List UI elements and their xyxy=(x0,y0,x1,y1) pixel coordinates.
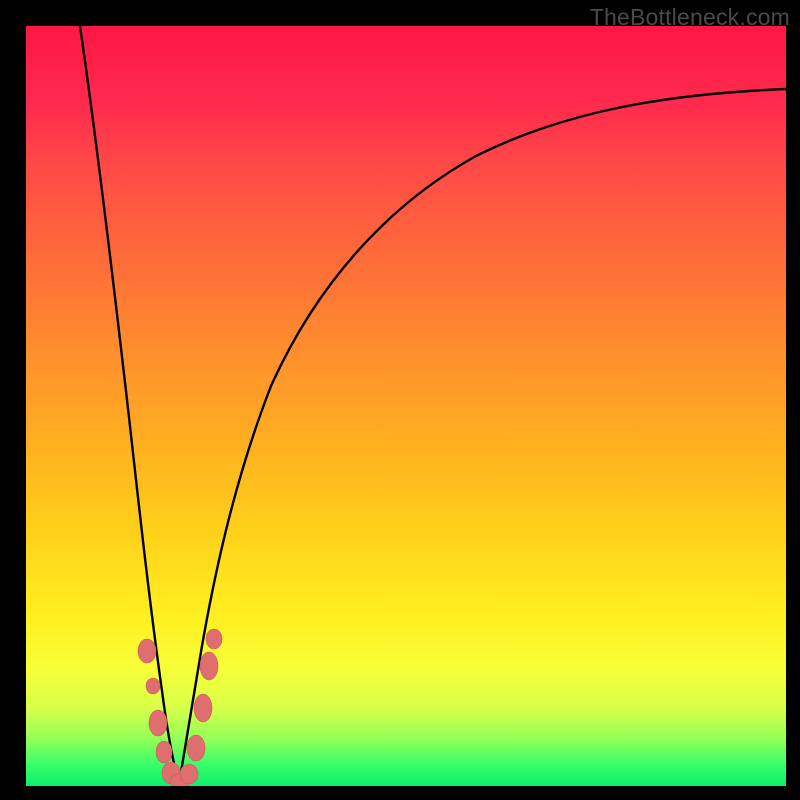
marker xyxy=(146,678,160,694)
marker-group xyxy=(138,629,222,786)
marker xyxy=(180,764,198,784)
marker xyxy=(138,639,156,663)
marker xyxy=(187,735,205,761)
marker xyxy=(206,629,222,649)
curve-right xyxy=(179,89,786,784)
watermark-text: TheBottleneck.com xyxy=(590,4,790,31)
marker xyxy=(194,694,212,722)
marker xyxy=(156,741,172,763)
chart-frame: TheBottleneck.com xyxy=(0,0,800,800)
bottleneck-curves xyxy=(26,26,786,786)
marker xyxy=(149,710,167,736)
plot-area xyxy=(26,26,786,786)
marker xyxy=(200,652,218,680)
curve-left xyxy=(80,26,179,784)
